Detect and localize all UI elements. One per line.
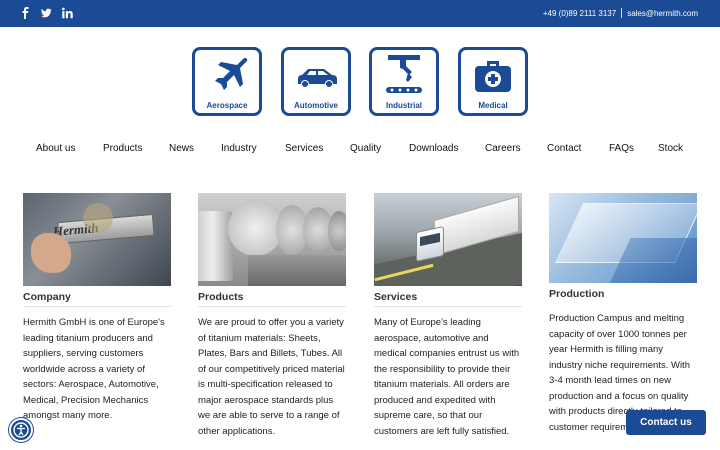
card-company: Hermith Company Hermith GmbH is one of E… [23, 193, 171, 424]
nav-item-careers[interactable]: Careers [485, 143, 521, 154]
card-production: Production Production Campus and melting… [549, 193, 697, 435]
social-links [20, 6, 73, 20]
nav-item-news[interactable]: News [169, 143, 194, 154]
contact-us-button[interactable]: Contact us [626, 410, 706, 435]
industry-tile-automotive[interactable]: Automotive [281, 47, 351, 116]
nav-item-faqs[interactable]: FAQs [609, 143, 634, 154]
products-image[interactable] [198, 193, 346, 286]
company-image[interactable]: Hermith [23, 193, 171, 286]
industry-label: Industrial [385, 101, 422, 110]
nav-item-contact[interactable]: Contact [547, 143, 581, 154]
industry-label: Automotive [294, 101, 338, 110]
industry-tile-aerospace[interactable]: Aerospace [192, 47, 262, 116]
card-title[interactable]: Company [23, 291, 171, 307]
email-link[interactable]: sales@hermith.com [627, 9, 698, 18]
card-services: Services Many of Europe's leading aerosp… [374, 193, 522, 439]
linkedin-icon[interactable] [62, 6, 73, 20]
card-text: Many of Europe's leading aerospace, auto… [374, 317, 520, 437]
nav-item-industry[interactable]: Industry [221, 143, 257, 154]
services-image[interactable] [374, 193, 522, 286]
top-bar: +49 (0)89 2111 3137 sales@hermith.com [0, 0, 720, 27]
industry-tile-medical[interactable]: Medical [458, 47, 528, 116]
accessibility-button[interactable] [9, 418, 33, 442]
phone-link[interactable]: +49 (0)89 2111 3137 [543, 9, 616, 18]
industry-tiles: Aerospace Automotive Industrial Medical [192, 47, 528, 117]
nav-item-downloads[interactable]: Downloads [409, 143, 458, 154]
production-image[interactable] [549, 193, 697, 283]
medical-kit-icon [475, 61, 511, 92]
card-products: Products We are proud to offer you a var… [198, 193, 346, 439]
nav-item-services[interactable]: Services [285, 143, 323, 154]
nav-item-about-us[interactable]: About us [36, 143, 75, 154]
industry-tile-industrial[interactable]: Industrial [369, 47, 439, 116]
card-title[interactable]: Services [374, 291, 522, 307]
car-icon [298, 69, 337, 87]
industry-label: Aerospace [206, 101, 248, 110]
twitter-icon[interactable] [41, 6, 52, 20]
card-title[interactable]: Products [198, 291, 346, 307]
industry-label: Medical [478, 101, 508, 110]
card-title[interactable]: Production [549, 288, 697, 303]
nav-item-quality[interactable]: Quality [350, 143, 381, 154]
card-text: Hermith GmbH is one of Europe's leading … [23, 317, 165, 421]
nav-item-products[interactable]: Products [103, 143, 142, 154]
robot-arm-icon [386, 55, 422, 93]
accessibility-icon [13, 422, 29, 438]
main-navigation: About us Products News Industry Services… [0, 143, 720, 155]
card-text: We are proud to offer you a variety of t… [198, 317, 345, 437]
facebook-icon[interactable] [20, 6, 31, 20]
airplane-icon [215, 57, 248, 90]
contact-info: +49 (0)89 2111 3137 sales@hermith.com [543, 8, 698, 18]
divider [621, 8, 623, 18]
nav-item-stock[interactable]: Stock [658, 143, 683, 154]
